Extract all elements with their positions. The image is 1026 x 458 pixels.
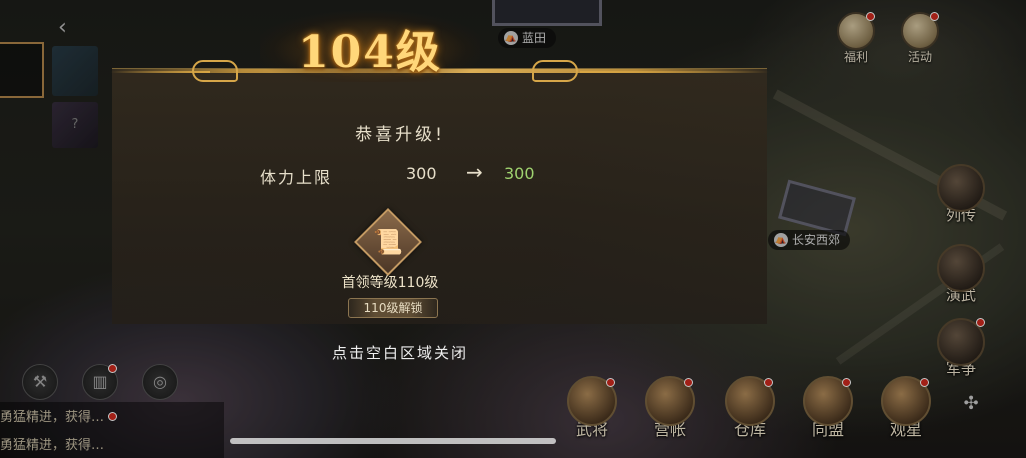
unlock-level-badge: 110级解锁 <box>348 298 438 318</box>
arrow-right-icon: → <box>466 160 483 184</box>
left-cloud-ornament <box>186 60 306 84</box>
congrats-text: 恭喜升级! <box>355 125 445 145</box>
close-hint: 点击空白区域关闭 <box>331 344 468 362</box>
stat-old-value: 300 <box>406 164 437 183</box>
scroll-reward-icon: 📜 <box>373 228 403 256</box>
home-indicator[interactable] <box>230 438 556 444</box>
right-cloud-ornament <box>528 60 648 84</box>
stat-name: 体力上限 <box>260 168 333 187</box>
unlock-name: 首领等级110级 <box>341 275 439 291</box>
stat-new-value: 300 <box>504 164 535 183</box>
